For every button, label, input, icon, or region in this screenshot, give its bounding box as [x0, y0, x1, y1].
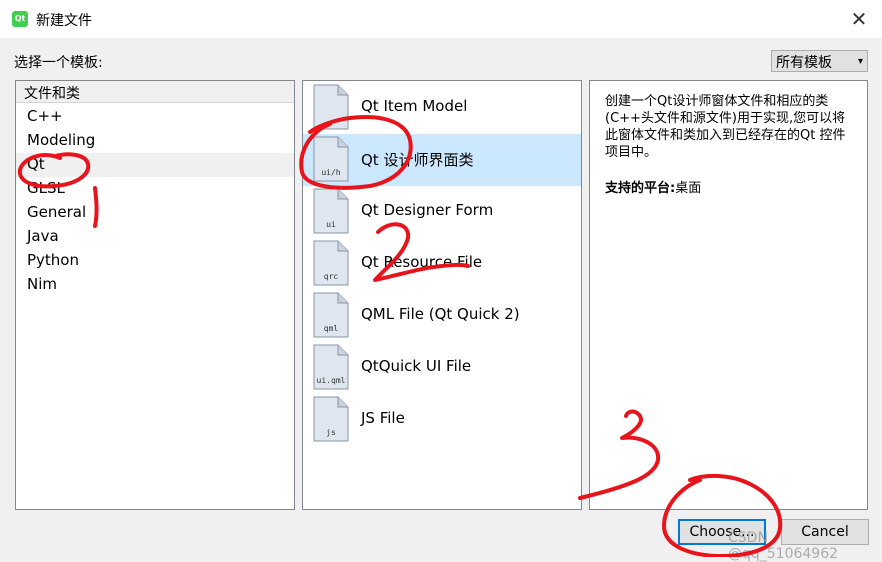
template-item-qt-resource-file[interactable]: qrc Qt Resource File: [303, 238, 581, 290]
category-item-label: Qt: [27, 155, 45, 173]
template-item-label: QtQuick UI File: [361, 357, 472, 375]
template-list[interactable]: Qt Item Model ui/h Qt 设计师界面类 ui Qt Desig…: [302, 80, 582, 510]
category-item-label: C++: [27, 107, 63, 125]
template-item-label: QML File (Qt Quick 2): [361, 305, 520, 323]
platform-label: 支持的平台:: [605, 181, 676, 196]
category-item-label: Nim: [27, 275, 57, 293]
close-button[interactable]: ✕: [836, 0, 882, 38]
file-extension-label: ui: [326, 220, 336, 229]
category-list[interactable]: 文件和类 C++ Modeling Qt GLSL General Java P…: [15, 80, 295, 510]
template-filter-select[interactable]: 所有模板 ▾: [771, 50, 868, 72]
chevron-down-icon: ▾: [857, 56, 863, 67]
template-item-qml-file[interactable]: qml QML File (Qt Quick 2): [303, 290, 581, 342]
supported-platforms: 支持的平台:桌面: [605, 177, 701, 196]
category-group-label: 文件和类: [24, 86, 80, 102]
category-group-header[interactable]: 文件和类: [16, 81, 294, 103]
template-item-qt-item-model[interactable]: Qt Item Model: [303, 82, 581, 134]
file-extension-label: qml: [323, 324, 339, 333]
category-item-modeling[interactable]: Modeling: [16, 129, 294, 153]
file-icon: [313, 84, 349, 130]
title-bar: Qt 新建文件 ✕: [0, 0, 882, 38]
category-item-general[interactable]: General: [16, 201, 294, 225]
file-icon: ui: [313, 188, 349, 234]
category-item-python[interactable]: Python: [16, 249, 294, 273]
template-item-js-file[interactable]: js JS File: [303, 394, 581, 446]
platform-value: 桌面: [675, 181, 702, 196]
template-prompt-label: 选择一个模板:: [14, 55, 103, 71]
category-item-label: Java: [27, 227, 59, 245]
file-icon: qml: [313, 292, 349, 338]
template-item-qt-designer-form[interactable]: ui Qt Designer Form: [303, 186, 581, 238]
template-item-label: Qt Item Model: [361, 97, 468, 115]
category-item-label: GLSL: [27, 179, 65, 197]
category-item-cpp[interactable]: C++: [16, 105, 294, 129]
category-item-glsl[interactable]: GLSL: [16, 177, 294, 201]
template-item-qtquick-ui-file[interactable]: ui.qml QtQuick UI File: [303, 342, 581, 394]
watermark: CSDN @qq_51064962: [728, 530, 839, 562]
description-panel: 创建一个Qt设计师窗体文件和相应的类(C++头文件和源文件)用于实现,您可以将此…: [589, 80, 868, 510]
window-title: 新建文件: [36, 13, 92, 29]
template-filter-value: 所有模板: [776, 55, 832, 71]
template-item-label: JS File: [361, 409, 405, 427]
file-icon: js: [313, 396, 349, 442]
file-icon: qrc: [313, 240, 349, 286]
template-item-label: Qt Resource File: [361, 253, 483, 271]
template-item-qt-designer-class[interactable]: ui/h Qt 设计师界面类: [303, 134, 581, 186]
file-icon: ui.qml: [313, 344, 349, 390]
file-extension-label: ui/h: [321, 168, 341, 177]
template-item-label: Qt Designer Form: [361, 201, 494, 219]
template-item-label: Qt 设计师界面类: [361, 151, 474, 169]
category-item-java[interactable]: Java: [16, 225, 294, 249]
file-extension-label: js: [326, 428, 336, 437]
category-item-label: Python: [27, 251, 79, 269]
file-extension-label: qrc: [323, 272, 339, 281]
file-extension-label: ui.qml: [316, 376, 346, 385]
template-description: 创建一个Qt设计师窗体文件和相应的类(C++头文件和源文件)用于实现,您可以将此…: [605, 94, 846, 160]
file-icon: ui/h: [313, 136, 349, 182]
qt-logo-icon: Qt: [12, 11, 28, 27]
category-item-nim[interactable]: Nim: [16, 273, 294, 297]
category-item-label: General: [27, 203, 87, 221]
category-item-qt[interactable]: Qt: [16, 153, 294, 177]
category-item-label: Modeling: [27, 131, 96, 149]
